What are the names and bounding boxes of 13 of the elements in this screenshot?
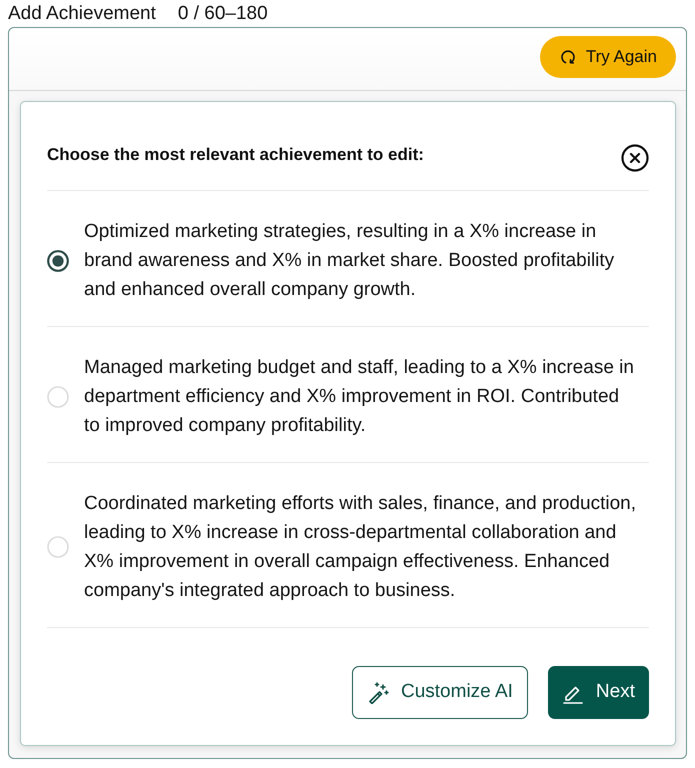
next-button[interactable]: Next: [548, 666, 649, 719]
customize-ai-button[interactable]: Customize AI: [352, 666, 528, 719]
try-again-button[interactable]: Try Again: [540, 36, 676, 78]
radio-button[interactable]: [47, 250, 69, 272]
section-title: Add Achievement: [8, 2, 156, 26]
achievement-option-text[interactable]: Managed marketing budget and staff, leading to a X% increase in department efficiency and X% improvement in ROI. Contributed to improved company profitability.: [84, 353, 639, 440]
card-title: Choose the most relevant achievement to edit:: [47, 144, 424, 166]
achievement-option-text[interactable]: Optimized marketing strategies, resulting in a X% increase in brand awareness and X% in market share. Boosted profitability and enhanced overall company growth.: [84, 217, 639, 304]
achievement-option-text[interactable]: Coordinated marketing efforts with sales, finance, and production, leading to X% increase in cross-departmental collaboration and X% improvement in overall campaign effectiveness. Enhanced company's integrated approach to business.: [84, 489, 639, 605]
refresh-icon: [560, 49, 576, 65]
magic-wand-icon: [366, 682, 389, 704]
character-counter: 0 / 60–180: [178, 2, 268, 26]
close-icon[interactable]: [621, 144, 649, 172]
